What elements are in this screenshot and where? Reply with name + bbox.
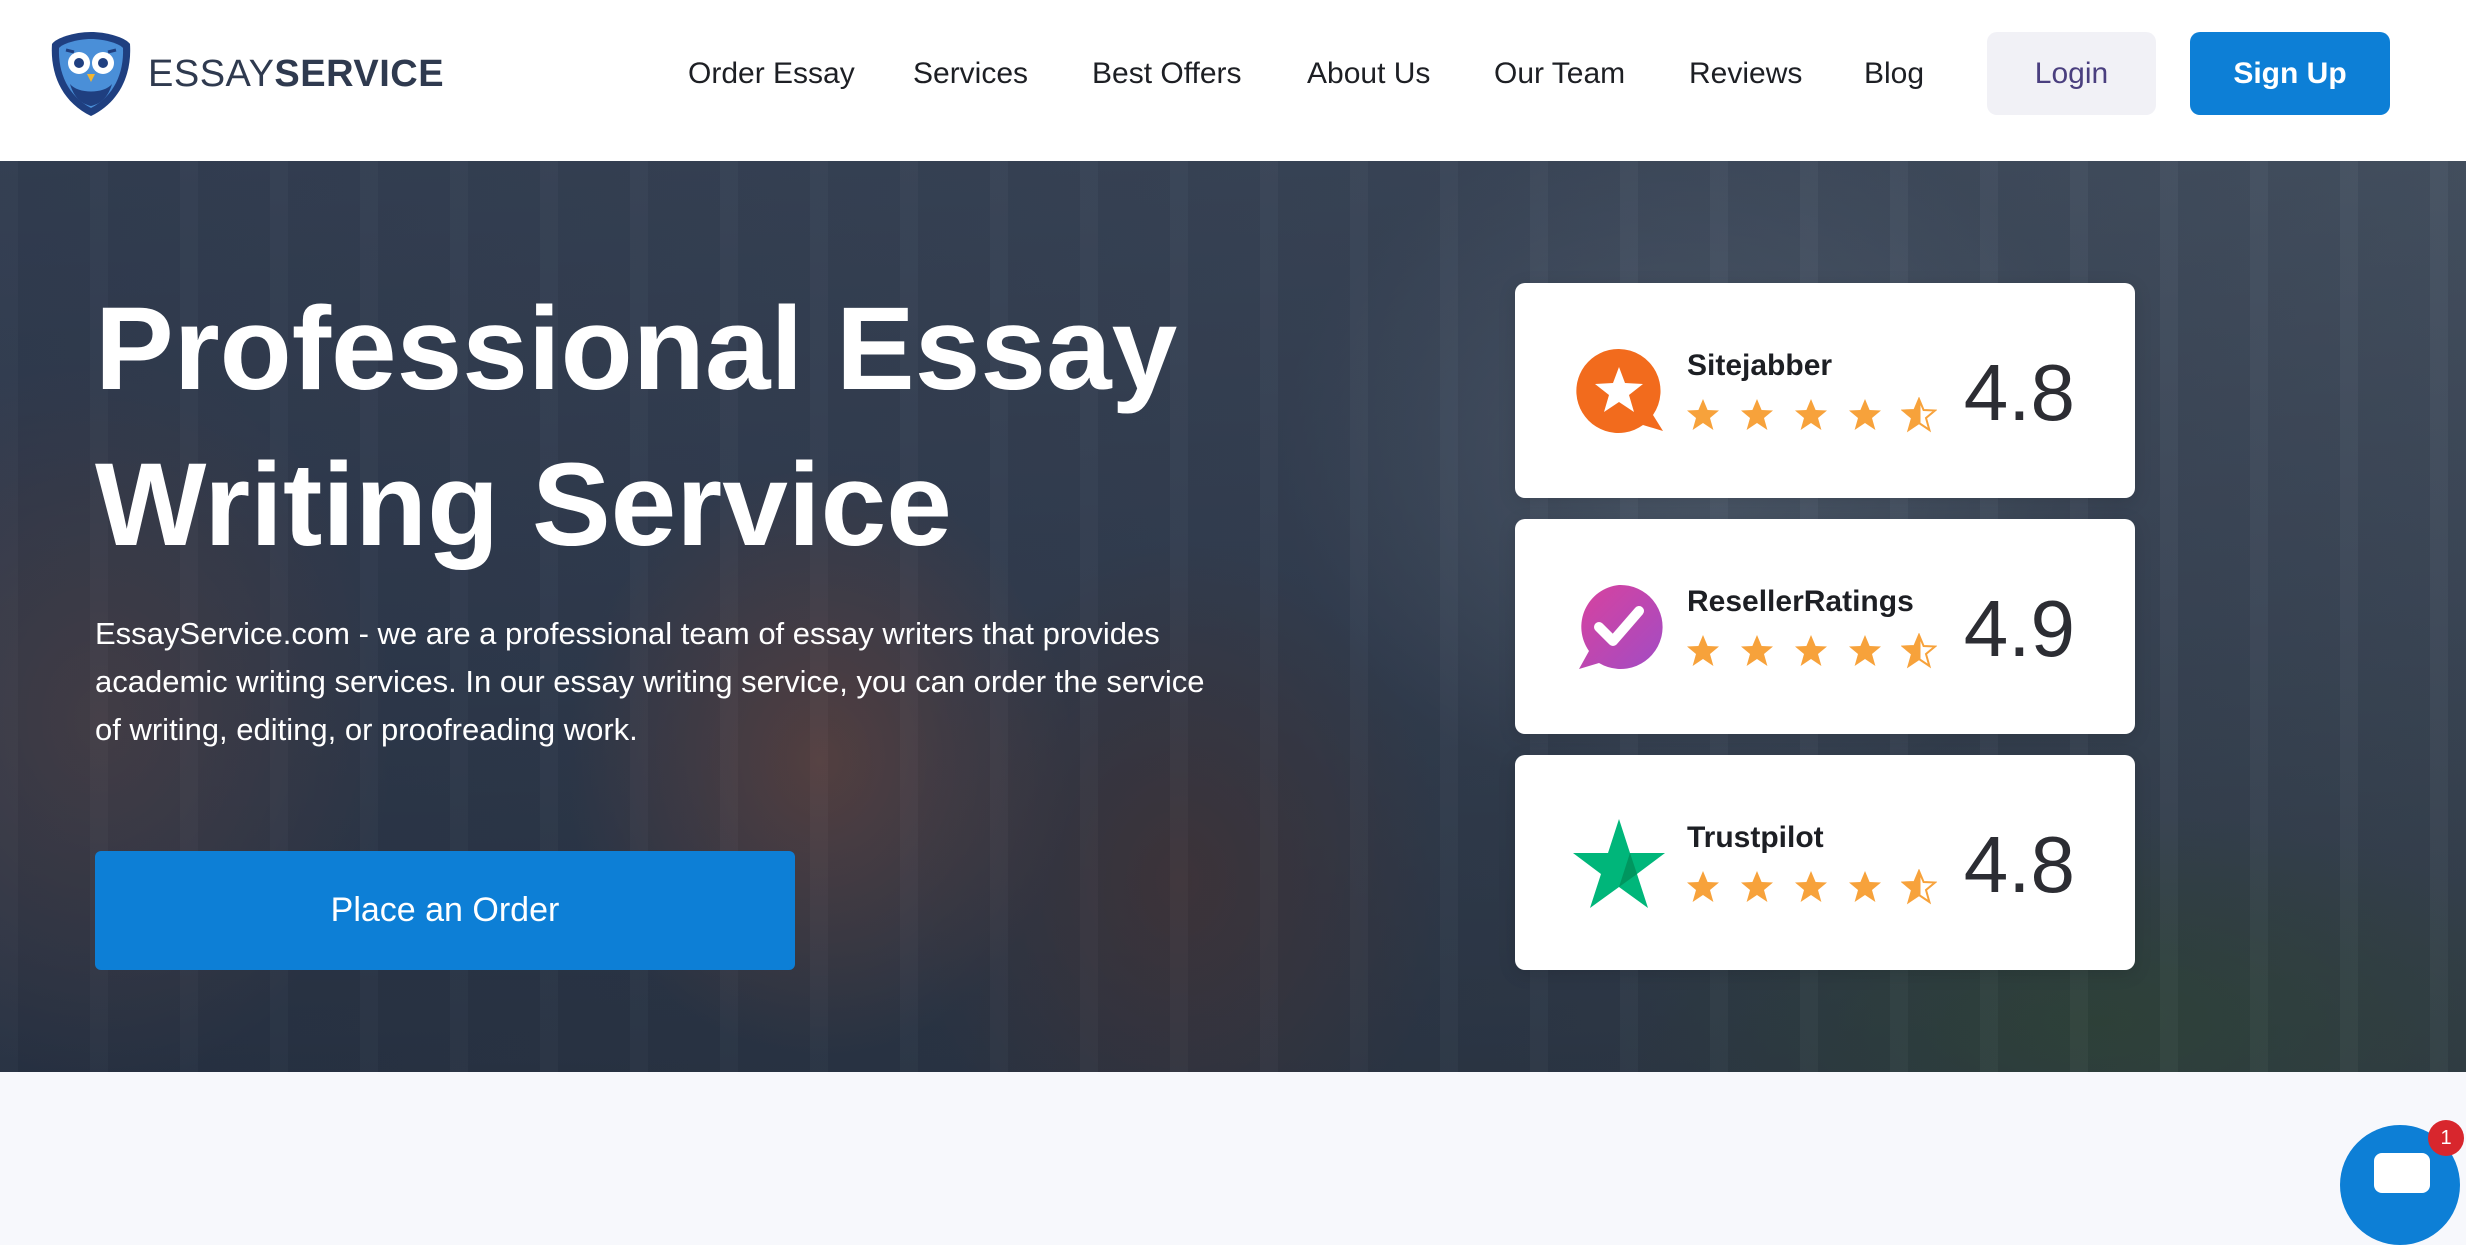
nav-services[interactable]: Services	[913, 52, 1028, 96]
place-order-button[interactable]: Place an Order	[95, 851, 795, 970]
sitejabber-star-bubble-icon	[1576, 348, 1663, 433]
trustpilot-star-icon	[1573, 819, 1665, 908]
nav-about-us[interactable]: About Us	[1307, 52, 1430, 96]
rating-name: Sitejabber	[1687, 349, 1833, 382]
star-icon	[1795, 635, 1827, 666]
star-icon	[1849, 635, 1881, 666]
star-icon	[1901, 633, 1937, 669]
nav-blog[interactable]: Blog	[1864, 52, 1924, 96]
rating-stars	[1685, 633, 1937, 673]
hero-title-line-2: Writing Service	[95, 439, 952, 571]
hero-title: Professional Essay Writing Service	[95, 271, 1295, 583]
rating-name: Trustpilot	[1687, 821, 1824, 854]
rating-name: ResellerRatings	[1687, 585, 1914, 618]
star-icon	[1687, 399, 1719, 430]
rating-score: 4.8	[1963, 348, 2075, 437]
signup-button[interactable]: Sign Up	[2190, 32, 2390, 115]
star-icon	[1687, 871, 1719, 902]
chat-icon	[2374, 1153, 2430, 1193]
hero-section: Professional Essay Writing Service Essay…	[0, 161, 2466, 1072]
rating-score: 4.8	[1963, 820, 2075, 909]
nav-best-offers[interactable]: Best Offers	[1092, 52, 1242, 96]
star-icon	[1795, 399, 1827, 430]
nav-reviews[interactable]: Reviews	[1689, 52, 1802, 96]
hero-title-line-1: Professional Essay	[95, 283, 1178, 415]
hero-description: EssayService.com - we are a professional…	[95, 616, 1205, 747]
star-icon	[1687, 635, 1719, 666]
star-icon	[1901, 869, 1937, 905]
nav-our-team[interactable]: Our Team	[1494, 52, 1625, 96]
star-icon	[1741, 871, 1773, 902]
next-section	[0, 1072, 2466, 1162]
rating-stars	[1685, 869, 1937, 909]
star-icon	[1795, 871, 1827, 902]
rating-stars	[1685, 397, 1937, 437]
chat-notification-badge: 1	[2428, 1120, 2464, 1156]
rating-card-trustpilot[interactable]: Trustpilot 4.8	[1515, 755, 2135, 970]
rating-card-sitejabber[interactable]: Sitejabber 4.8	[1515, 283, 2135, 498]
site-header: ESSAYSERVICE Order Essay Services Best O…	[0, 0, 2466, 161]
star-icon	[1901, 397, 1937, 433]
star-icon	[1741, 635, 1773, 666]
star-icon	[1741, 399, 1773, 430]
rating-score: 4.9	[1963, 584, 2075, 673]
resellerratings-check-bubble-icon	[1579, 584, 1663, 669]
star-icon	[1849, 871, 1881, 902]
star-icon	[1849, 399, 1881, 430]
nav-order-essay[interactable]: Order Essay	[688, 52, 855, 96]
rating-card-resellerratings[interactable]: ResellerRatings 4.9	[1515, 519, 2135, 734]
login-button[interactable]: Login	[1987, 32, 2156, 115]
